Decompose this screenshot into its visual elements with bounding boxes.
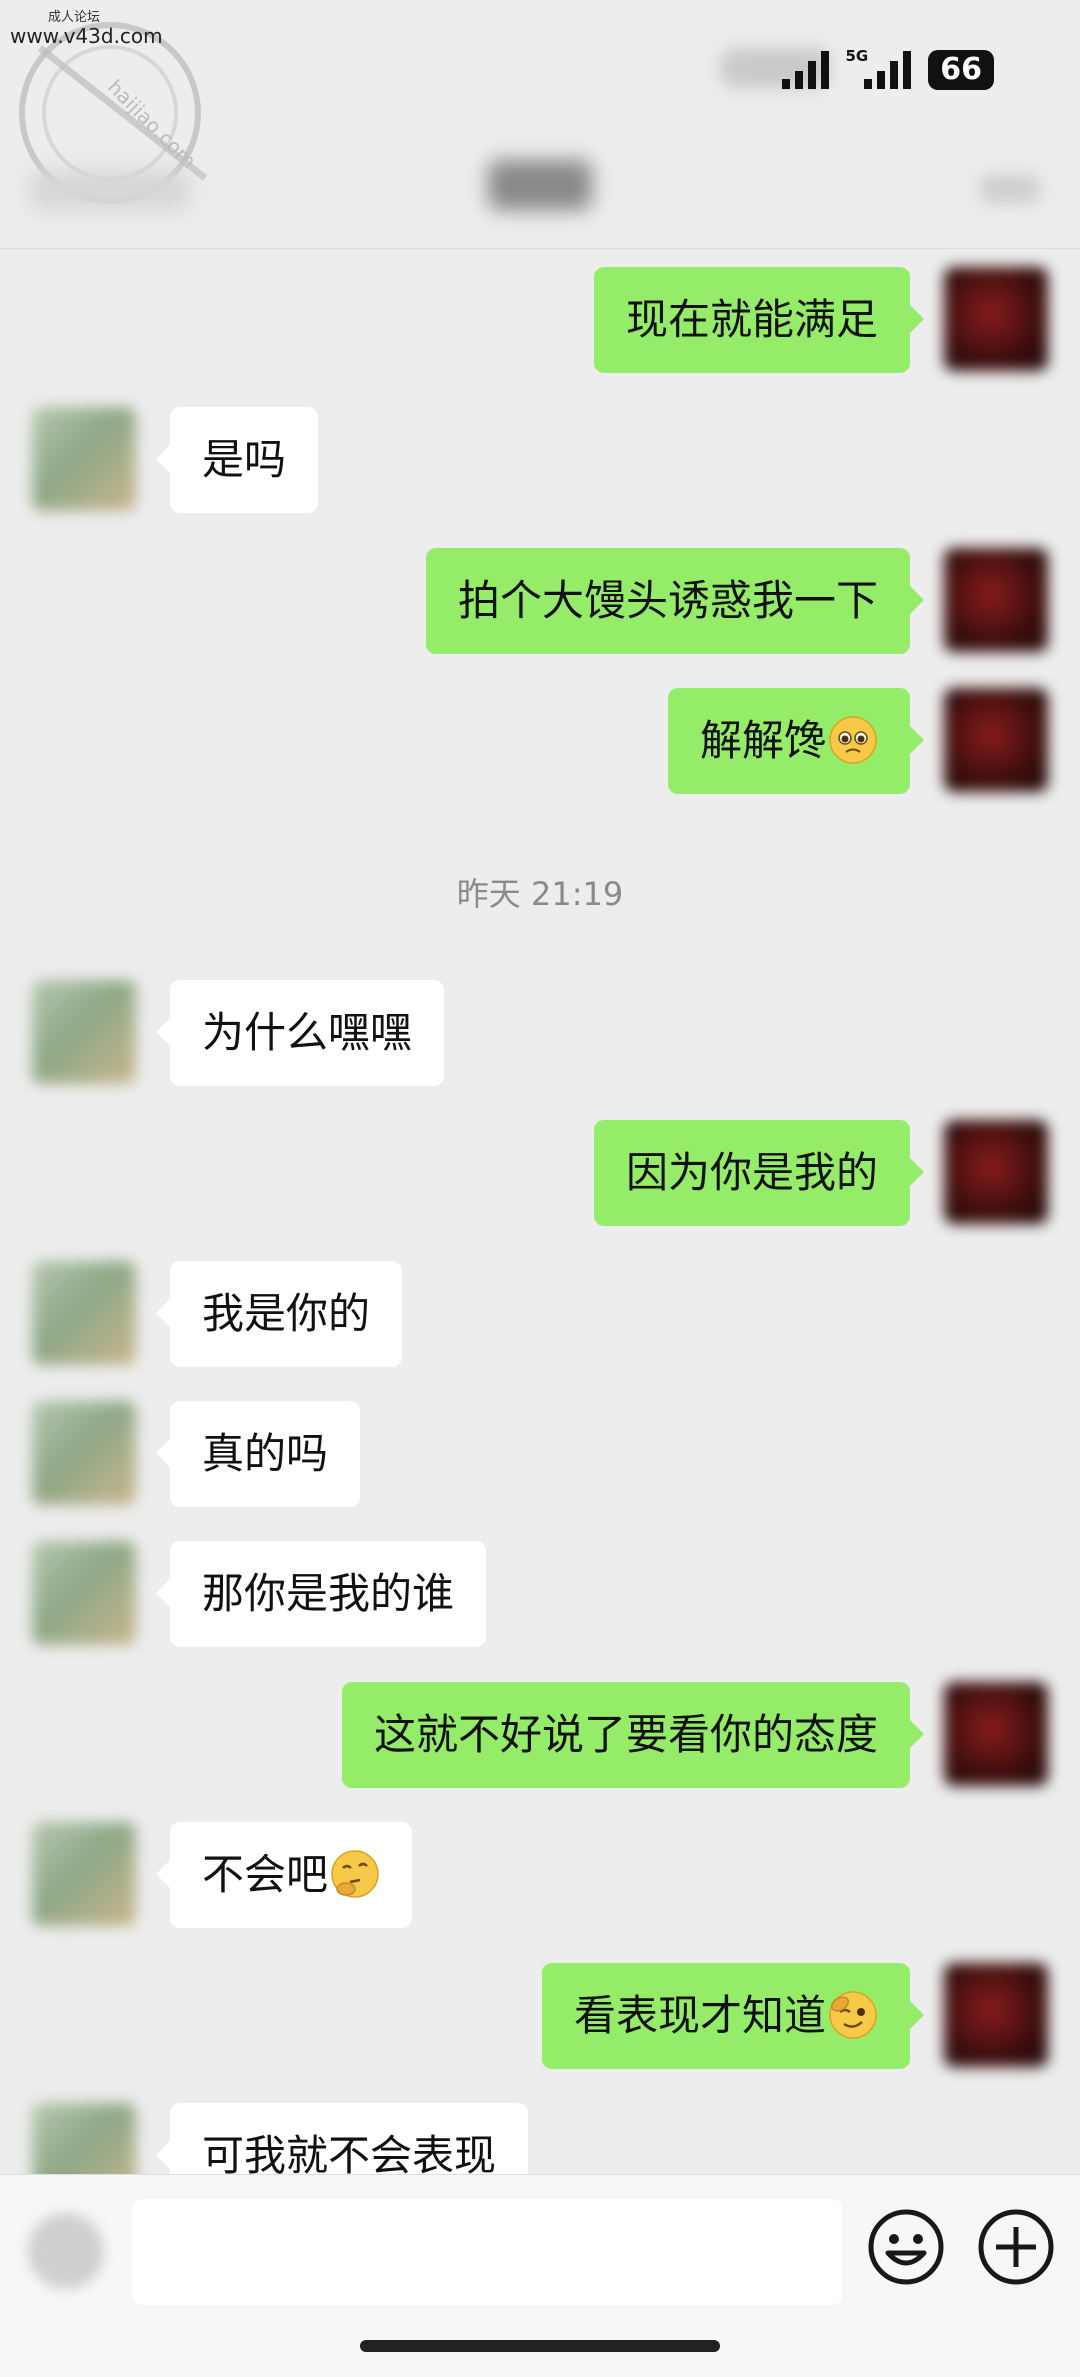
- network-type-label: 5G: [845, 47, 869, 65]
- avatar-contact[interactable]: [32, 1401, 136, 1505]
- avatar-self[interactable]: [944, 1120, 1048, 1224]
- message-bubble-incoming[interactable]: 我是你的: [155, 1261, 403, 1367]
- message-text: 看表现才知道: [573, 1991, 826, 2040]
- avatar-contact[interactable]: [32, 2103, 136, 2174]
- avatar-contact[interactable]: [32, 1261, 136, 1365]
- message-bubble-outgoing[interactable]: 这就不好说了要看你的态度: [341, 1682, 925, 1788]
- message-bubble-incoming[interactable]: 为什么嘿嘿: [155, 980, 445, 1086]
- avatar-self[interactable]: [944, 688, 1048, 792]
- avatar-contact[interactable]: [32, 1822, 136, 1926]
- pleading-face-icon: [829, 715, 877, 764]
- message-bubble-outgoing[interactable]: 拍个大馒头诱惑我一下: [425, 548, 925, 654]
- avatar-self[interactable]: [944, 1963, 1048, 2067]
- chat-header: [0, 130, 1080, 249]
- message-text: 那你是我的谁: [202, 1569, 455, 1618]
- avatar-contact[interactable]: [32, 1541, 136, 1645]
- message-list[interactable]: 现在就能满足 是吗 拍个大馒头诱惑我一下 解解馋 昨天 21:19 为什么嘿嘿 …: [0, 249, 1080, 2174]
- message-text: 为什么嘿嘿: [202, 1008, 413, 1057]
- message-text: 这就不好说了要看你的态度: [373, 1710, 878, 1759]
- message-text: 解解馋: [699, 716, 826, 765]
- signal-bars-icon-2: [864, 51, 912, 89]
- battery-indicator: 66: [928, 50, 994, 90]
- message-text: 是吗: [202, 435, 287, 484]
- avatar-self[interactable]: [944, 267, 1048, 371]
- message-text: 现在就能满足: [625, 295, 878, 344]
- signal-bars-icon: [781, 51, 829, 89]
- avatar-contact[interactable]: [32, 407, 136, 511]
- add-attachment-icon[interactable]: [976, 2207, 1056, 2287]
- timestamp-divider: 昨天 21:19: [456, 875, 624, 913]
- back-button[interactable]: [30, 170, 190, 210]
- message-bubble-outgoing[interactable]: 现在就能满足: [593, 267, 925, 373]
- chat-title: [488, 160, 592, 210]
- status-bar: haijiao.com 成人论坛 www.v43d.com 5G 66: [0, 0, 1080, 204]
- message-bubble-outgoing[interactable]: 看表现才知道: [541, 1963, 925, 2069]
- message-text: 我是你的: [202, 1289, 371, 1338]
- emoji-picker-icon[interactable]: [866, 2207, 946, 2287]
- message-text: 真的吗: [202, 1429, 329, 1478]
- message-bubble-incoming[interactable]: 那你是我的谁: [155, 1541, 487, 1647]
- more-options-button[interactable]: [980, 174, 1040, 204]
- message-input[interactable]: [132, 2199, 842, 2305]
- watermark-caption: 成人论坛: [48, 10, 101, 25]
- status-indicators: 5G 66: [781, 47, 994, 90]
- message-text: 可我就不会表现: [202, 2131, 497, 2174]
- message-text: 不会吧: [202, 1850, 329, 1899]
- message-text: 因为你是我的: [625, 1148, 878, 1197]
- message-bubble-incoming[interactable]: 是吗: [155, 407, 319, 513]
- thinking-face-icon: [331, 1849, 379, 1898]
- watermark-url: www.v43d.com: [10, 24, 163, 48]
- message-bubble-incoming[interactable]: 可我就不会表现: [155, 2103, 529, 2174]
- avatar-contact[interactable]: [32, 980, 136, 1084]
- home-indicator[interactable]: [360, 2340, 720, 2352]
- winking-face-icon: [829, 1990, 877, 2039]
- voice-input-button[interactable]: [28, 2213, 104, 2289]
- message-bubble-outgoing[interactable]: 因为你是我的: [593, 1120, 925, 1226]
- message-bubble-incoming[interactable]: 不会吧: [155, 1822, 413, 1928]
- message-bubble-incoming[interactable]: 真的吗: [155, 1401, 361, 1507]
- avatar-self[interactable]: [944, 548, 1048, 652]
- message-bubble-outgoing[interactable]: 解解馋: [667, 688, 925, 794]
- message-text: 拍个大馒头诱惑我一下: [457, 576, 878, 625]
- avatar-self[interactable]: [944, 1682, 1048, 1786]
